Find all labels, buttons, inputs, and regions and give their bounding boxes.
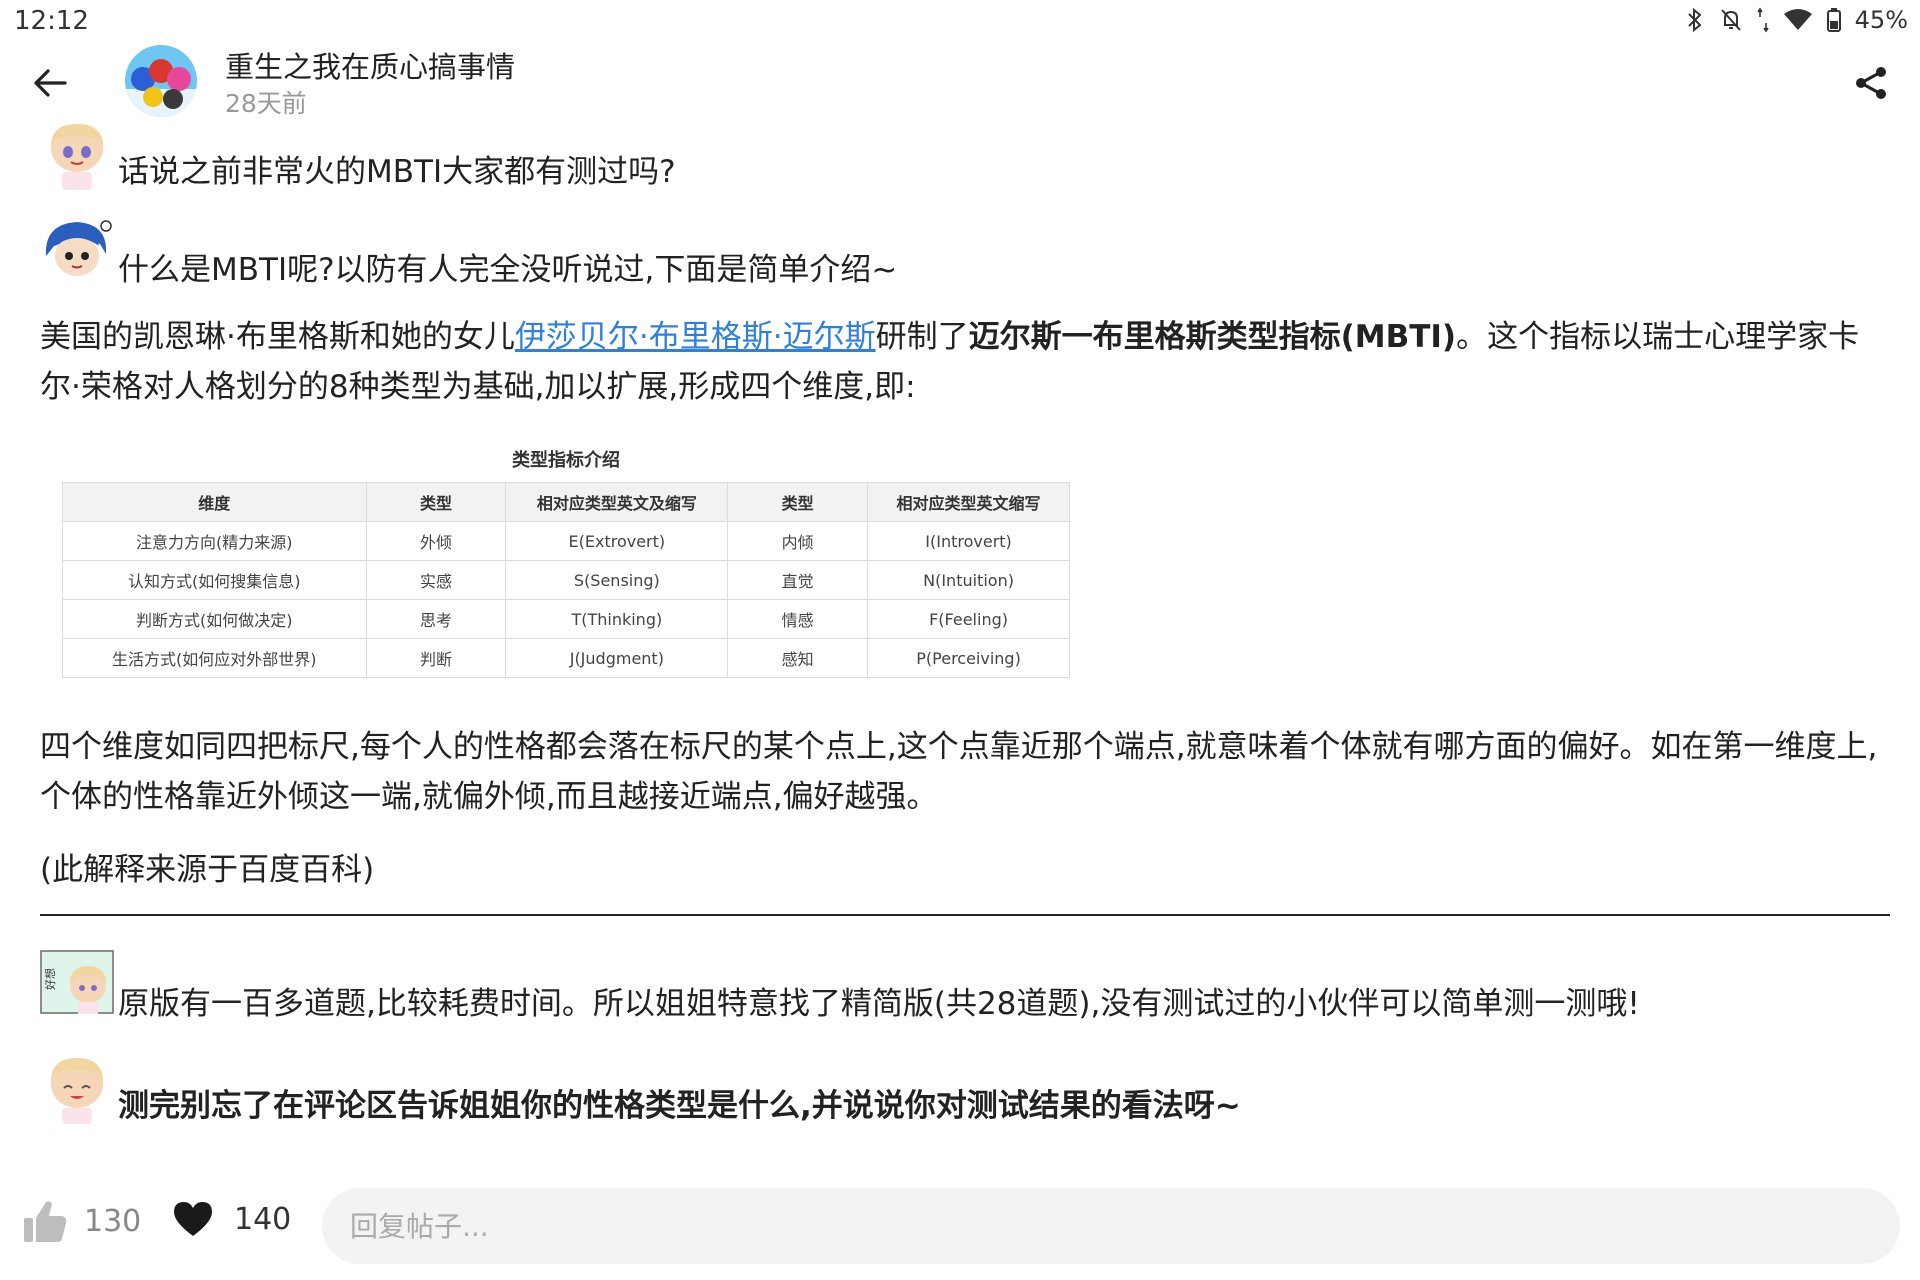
intro-text-1: 美国的凯恩琳·布里格斯和她的女儿 [40, 319, 515, 355]
anime-girl-emoji [50, 124, 104, 190]
intro-text-2: 研制了 [875, 319, 969, 355]
anime-boy-emoji [45, 220, 112, 276]
favorite-count: 140 [234, 1201, 292, 1237]
back-button[interactable] [22, 58, 78, 108]
post-detail-page: 12:12 45% 重生之我在质心搞事情 28天前 话说之前非常火的MBTI大家… [0, 0, 1920, 1280]
data-arrows-icon [1756, 7, 1769, 33]
post-line-1-text: 话说之前非常火的MBTI大家都有测过吗? [118, 154, 676, 190]
table-cell: N(Intuition) [867, 560, 1070, 600]
source-note: (此解释来源于百度百科) [40, 852, 375, 888]
battery-percent: 45% [1854, 6, 1908, 34]
post-line-1: 话说之前非常火的MBTI大家都有测过吗? [40, 118, 1890, 192]
table-row: 判断方式(如何做决定) 思考 T(Thinking) 情感 F(Feeling) [62, 599, 1070, 639]
post-line-4-text: 测完别忘了在评论区告诉姐姐你的性格类型是什么,并说说你对测试结果的看法呀~ [118, 1088, 1241, 1124]
post-line-3-text: 原版有一百多道题,比较耗费时间。所以姐姐特意找了精简版(共28道题),没有测试过… [118, 986, 1640, 1022]
table-title: 类型指标介绍 [512, 450, 620, 471]
reply-input[interactable] [322, 1188, 1900, 1264]
table-cell: 思考 [365, 599, 507, 639]
status-time: 12:12 [14, 6, 89, 36]
table-cell: 注意力方向(精力来源) [62, 521, 367, 561]
thumbs-up-icon [24, 1201, 67, 1242]
content-divider [40, 914, 1890, 916]
anime-girl-emoji [50, 1058, 104, 1124]
table-row: 认知方式(如何搜集信息) 实感 S(Sensing) 直觉 N(Intuitio… [62, 560, 1070, 600]
table-cell: 情感 [727, 599, 869, 639]
table-header-cell: 相对应类型英文缩写 [867, 482, 1070, 522]
bottom-action-bar: 130 140 [0, 1180, 1920, 1280]
table-cell: 内倾 [727, 521, 869, 561]
table-row: 注意力方向(精力来源) 外倾 E(Extrovert) 内倾 I(Introve… [62, 521, 1070, 561]
table-header-cell: 维度 [62, 482, 367, 522]
table-cell: 外倾 [365, 521, 507, 561]
wifi-icon [1783, 9, 1812, 30]
like-button[interactable]: 130 [22, 1198, 141, 1244]
table-header-row: 维度 类型 相对应类型英文及缩写 类型 相对应类型英文缩写 [62, 482, 1070, 522]
author-name[interactable]: 重生之我在质心搞事情 [225, 44, 515, 86]
post-line-4: 测完别忘了在评论区告诉姐姐你的性格类型是什么,并说说你对测试结果的看法呀~ [40, 1052, 1890, 1126]
favorite-button[interactable]: 140 [172, 1200, 291, 1238]
share-icon [1856, 67, 1886, 99]
share-button[interactable] [1846, 58, 1896, 108]
post-line-2: 什么是MBTI呢?以防有人完全没听说过,下面是简单介绍~ [40, 216, 1890, 290]
table-row: 生活方式(如何应对外部世界) 判断 J(Judgment) 感知 P(Perce… [62, 638, 1070, 678]
mbti-bold-term: 迈尔斯一布里格斯类型指标(MBTI) [968, 319, 1457, 355]
notifications-off-icon [1720, 9, 1741, 31]
sticker-girl-emoji: 好想 [40, 950, 114, 1014]
post-line-3: 好想 原版有一百多道题,比较耗费时间。所以姐姐特意找了精简版(共28道题),没有… [40, 950, 1890, 1024]
post-line-2-text: 什么是MBTI呢?以防有人完全没听说过,下面是简单介绍~ [118, 252, 898, 288]
table-cell: E(Extrovert) [505, 521, 729, 561]
table-cell: F(Feeling) [867, 599, 1070, 639]
table-cell: P(Perceiving) [867, 638, 1070, 678]
table-cell: T(Thinking) [505, 599, 729, 639]
table-cell: 生活方式(如何应对外部世界) [62, 638, 367, 678]
table-cell: 实感 [365, 560, 507, 600]
mbti-type-table: 类型指标介绍 维度 类型 相对应类型英文及缩写 类型 相对应类型英文缩写 注意力… [62, 446, 1070, 678]
status-icons: 45% [1685, 6, 1908, 34]
table-cell: J(Judgment) [505, 638, 729, 678]
isabel-myers-link[interactable]: 伊莎贝尔·布里格斯·迈尔斯 [515, 319, 876, 355]
table-cell: 感知 [727, 638, 869, 678]
status-bar: 12:12 45% [0, 0, 1920, 44]
table-cell: 判断 [365, 638, 507, 678]
dimension-explain-paragraph: 四个维度如同四把标尺,每个人的性格都会落在标尺的某个点上,这个点靠近那个端点,就… [40, 729, 1878, 815]
table-cell: 判断方式(如何做决定) [62, 599, 367, 639]
mbti-table: 维度 类型 相对应类型英文及缩写 类型 相对应类型英文缩写 注意力方向(精力来源… [62, 482, 1070, 678]
table-cell: I(Introvert) [867, 521, 1070, 561]
table-header-cell: 类型 [365, 482, 507, 522]
arrow-left-icon [34, 69, 67, 97]
author-avatar[interactable] [125, 45, 197, 117]
battery-icon [1826, 8, 1841, 32]
post-time: 28天前 [225, 89, 307, 118]
table-header-cell: 类型 [727, 482, 869, 522]
like-count: 130 [84, 1203, 142, 1239]
mbti-intro-paragraph: 美国的凯恩琳·布里格斯和她的女儿伊莎贝尔·布里格斯·迈尔斯研制了迈尔斯一布里格斯… [40, 312, 1890, 412]
table-cell: S(Sensing) [505, 560, 729, 600]
table-cell: 直觉 [727, 560, 869, 600]
heart-icon [174, 1202, 212, 1236]
bluetooth-icon [1687, 7, 1702, 33]
sticker-text: 好想 [43, 968, 57, 990]
post-content: 话说之前非常火的MBTI大家都有测过吗? 什么是MBTI呢?以防有人完全没听说过… [40, 118, 1890, 412]
table-header-cell: 相对应类型英文及缩写 [505, 482, 729, 522]
table-cell: 认知方式(如何搜集信息) [62, 560, 367, 600]
